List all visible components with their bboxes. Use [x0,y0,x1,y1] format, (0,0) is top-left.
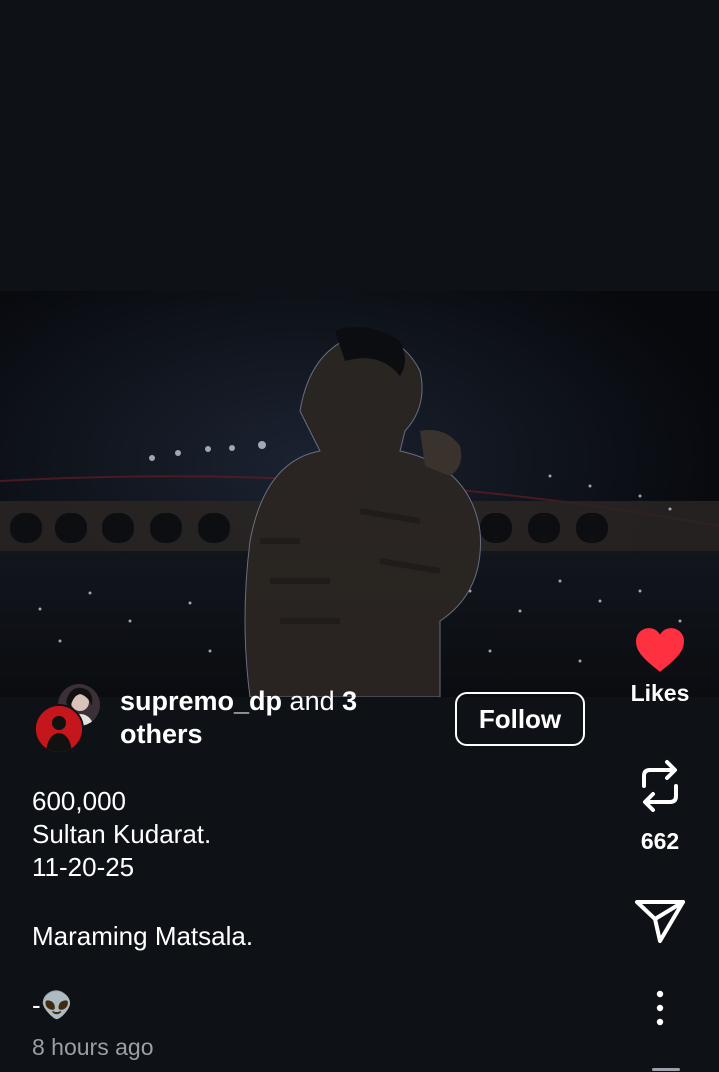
author-line: supremo_dp and 3 others [120,685,420,751]
repost-count[interactable]: 662 [641,828,679,855]
author-joiner: and [289,686,335,716]
avatar-main[interactable] [34,704,84,754]
caption-line: -👽 [32,990,74,1020]
top-blank-area [0,0,719,291]
caption-line: Sultan Kudarat. [32,819,212,849]
caption-line: 11-20-25 [32,852,135,882]
heart-icon[interactable] [633,626,687,674]
repost-action[interactable]: 662 [615,758,705,855]
next-item-peek [652,1068,680,1071]
post-caption: 600,000 Sultan Kudarat. 11-20-25 Maramin… [32,785,592,1022]
share-action[interactable] [615,898,705,944]
more-vertical-icon[interactable] [650,990,670,1028]
like-action[interactable]: Likes [615,626,705,707]
video-frame [0,291,719,697]
author-username[interactable]: supremo_dp [120,686,282,716]
caption-line: Maraming Matsala. [32,921,254,951]
avatar-main-image [36,706,82,752]
caption-line: 600,000 [32,786,126,816]
post-timestamp: 8 hours ago [32,1034,154,1060]
likes-label[interactable]: Likes [631,680,690,707]
follow-button[interactable]: Follow [455,692,585,746]
author-avatars[interactable] [34,684,104,754]
video-player[interactable] [0,291,719,697]
repost-icon[interactable] [636,758,684,814]
send-icon[interactable] [634,898,686,944]
